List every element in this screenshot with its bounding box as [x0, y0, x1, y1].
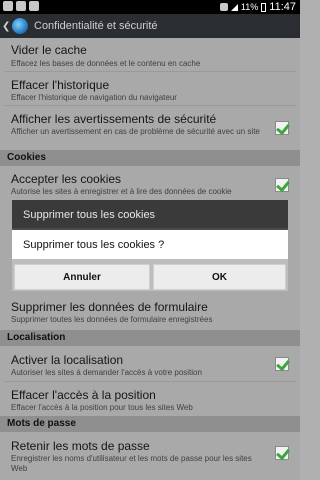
- clear-form-data-item[interactable]: Supprimer les données de formulaire Supp…: [0, 290, 300, 330]
- clear-history-subtitle: Effacer l'historique de navigation du na…: [11, 93, 177, 102]
- section-header-location: Localisation: [0, 330, 300, 346]
- ok-button[interactable]: OK: [153, 264, 286, 290]
- section-header-cookies: Cookies: [0, 150, 300, 166]
- clock: 11:47: [269, 1, 296, 13]
- clear-cache-item[interactable]: Vider le cache Effacez les bases de donn…: [0, 38, 300, 72]
- mail-icon: [3, 1, 13, 11]
- section-title: Cookies: [7, 152, 46, 163]
- remember-passwords-subtitle: Enregistrer les noms d'utilisateur et le…: [11, 454, 252, 473]
- enable-location-title: Activer la localisation: [11, 353, 124, 367]
- dialog-title: Supprimer tous les cookies: [12, 200, 288, 230]
- signal-icon: [230, 3, 238, 11]
- clear-cache-subtitle: Effacez les bases de données et le conte…: [11, 59, 201, 68]
- page-title: Confidentialité et sécurité: [34, 20, 158, 32]
- remember-passwords-title: Retenir les mots de passe: [11, 439, 150, 453]
- clear-location-item[interactable]: Effacer l'accès à la position Effacer l'…: [0, 382, 300, 416]
- enable-location-subtitle: Autoriser les sites à demander l'accès à…: [11, 368, 202, 377]
- clear-cache-title: Vider le cache: [11, 43, 87, 57]
- check-icon: [29, 1, 39, 11]
- section-title: Mots de passe: [7, 418, 76, 429]
- enable-location-checkbox[interactable]: [275, 357, 289, 371]
- accept-cookies-subtitle: Autorise les sites à enregistrer et à li…: [11, 187, 232, 196]
- clear-history-item[interactable]: Effacer l'historique Effacer l'historiqu…: [0, 72, 300, 106]
- back-icon[interactable]: ❮: [2, 21, 10, 32]
- notification-icons: [3, 1, 39, 11]
- section-header-passwords: Mots de passe: [0, 416, 300, 432]
- battery-percent: 11%: [240, 2, 259, 12]
- remember-passwords-checkbox[interactable]: [275, 446, 289, 460]
- battery-icon: [261, 2, 267, 12]
- accept-cookies-item[interactable]: Accepter les cookies Autorise les sites …: [0, 166, 300, 200]
- security-warnings-item[interactable]: Afficher les avertissements de sécurité …: [0, 106, 300, 150]
- remember-passwords-item[interactable]: Retenir les mots de passe Enregistrer le…: [0, 432, 300, 480]
- security-warnings-title: Afficher les avertissements de sécurité: [11, 112, 217, 126]
- cancel-button[interactable]: Annuler: [14, 264, 150, 290]
- status-bar: 11% 11:47: [0, 0, 300, 14]
- confirm-dialog: Supprimer tous les cookies Supprimer tou…: [12, 200, 288, 291]
- accept-cookies-title: Accepter les cookies: [11, 172, 122, 186]
- dialog-button-bar: Annuler OK: [12, 259, 288, 291]
- browser-globe-icon[interactable]: [12, 18, 28, 34]
- clear-history-title: Effacer l'historique: [11, 78, 110, 92]
- clear-location-subtitle: Effacer l'accès à la position pour tous …: [11, 403, 193, 412]
- security-warnings-subtitle: Afficher un avertissement en cas de prob…: [11, 127, 260, 136]
- security-warnings-checkbox[interactable]: [275, 121, 289, 135]
- section-title: Localisation: [7, 332, 66, 343]
- action-bar: ❮ Confidentialité et sécurité: [0, 14, 300, 38]
- clear-location-title: Effacer l'accès à la position: [11, 388, 156, 402]
- clear-form-data-title: Supprimer les données de formulaire: [11, 300, 208, 314]
- accept-cookies-checkbox[interactable]: [275, 178, 289, 192]
- wifi-icon: [219, 3, 228, 11]
- dialog-message: Supprimer tous les cookies ?: [12, 230, 288, 259]
- sync-icon: [16, 1, 26, 11]
- enable-location-item[interactable]: Activer la localisation Autoriser les si…: [0, 346, 300, 382]
- clear-form-data-subtitle: Supprimer toutes les données de formulai…: [11, 315, 213, 324]
